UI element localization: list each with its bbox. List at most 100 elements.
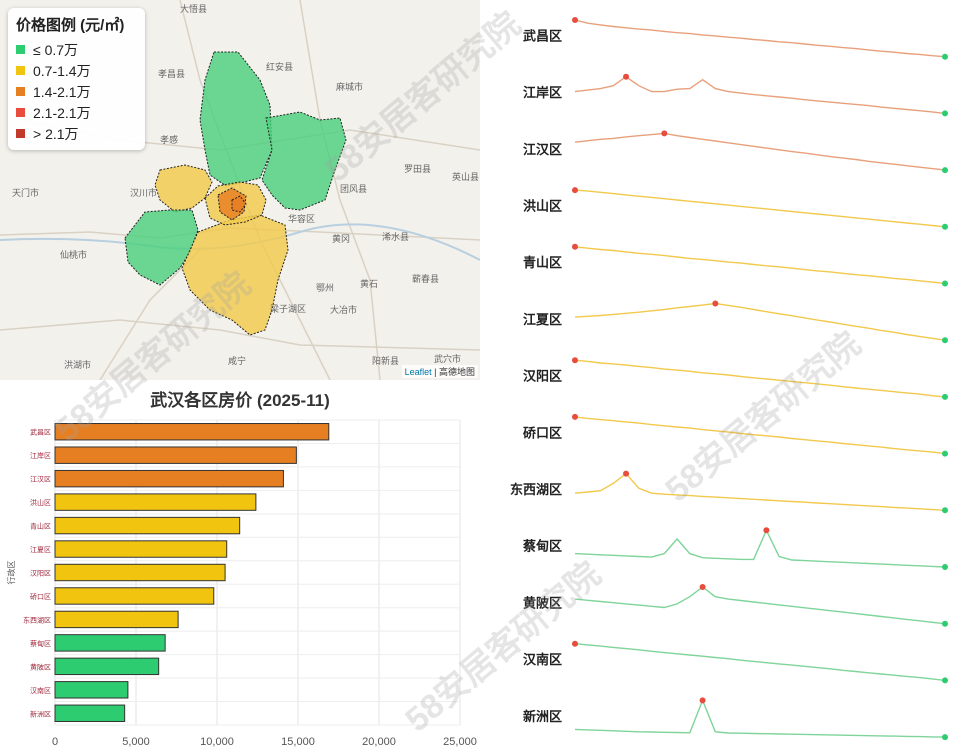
legend-swatch [16, 87, 25, 96]
district-trend-sparklines: 武昌区江岸区江汉区洪山区青山区江夏区汉阳区硚口区东西湖区蔡甸区黄陂区汉南区新洲区 [510, 17, 948, 741]
legend-item: 0.7-1.4万 [16, 60, 137, 81]
bar[interactable] [54, 423, 330, 441]
place-label: 咸宁 [228, 356, 247, 366]
bar[interactable] [54, 657, 160, 676]
legend-swatch [16, 45, 25, 54]
place-label: 蕲春县 [412, 274, 440, 284]
place-label: 麻城市 [336, 82, 364, 92]
bar[interactable] [54, 540, 228, 558]
legend-item: > 2.1万 [16, 123, 137, 144]
sparkline-max-point [623, 73, 630, 80]
bar[interactable] [54, 704, 126, 722]
legend-swatch [16, 66, 25, 75]
region-huangpi [199, 51, 273, 187]
map-attribution: Leaflet | 高德地图 [401, 365, 478, 378]
place-label: 孝昌县 [158, 69, 186, 79]
legend-label: 2.1-2.1万 [33, 104, 91, 121]
sparkline[interactable] [574, 643, 946, 682]
sparkline-max-point [712, 300, 719, 307]
place-label: 红安县 [266, 62, 294, 72]
sparkline[interactable] [574, 416, 946, 455]
sparkline-end-point [942, 734, 948, 741]
x-tick-label: 5,000 [122, 736, 150, 748]
place-label: 华容区 [288, 214, 316, 224]
place-label: 武穴市 [434, 354, 462, 364]
place-label: 汉川市 [130, 188, 158, 198]
sparkline-end-point [942, 53, 948, 60]
place-label: 浠水县 [382, 232, 410, 242]
bar[interactable] [54, 610, 179, 629]
legend-item: 1.4-2.1万 [16, 81, 137, 102]
sparkline[interactable] [574, 246, 946, 285]
y-tick-label: 江夏区 [30, 546, 51, 554]
sparkline[interactable] [574, 75, 946, 115]
y-tick-label: 汉阳区 [30, 569, 51, 578]
bar[interactable] [54, 469, 284, 488]
price-legend: 价格图例 (元/㎡) ≤ 0.7万 0.7-1.4万 1.4-2.1万 2.1-2.1… [8, 8, 145, 150]
y-tick-label: 武昌区 [30, 428, 51, 437]
place-label: 黄石 [360, 279, 379, 289]
legend-title: 价格图例 (元/㎡) [16, 17, 125, 34]
bar[interactable] [54, 516, 241, 535]
bar[interactable] [54, 563, 226, 582]
sparkline[interactable] [574, 586, 946, 625]
sparkline-label: 武昌区 [523, 28, 562, 43]
y-tick-label: 硚口区 [30, 593, 51, 601]
x-tick-label: 15,000 [281, 736, 315, 748]
bar[interactable] [54, 587, 215, 605]
sparkline-end-point [942, 620, 948, 627]
sparkline-max-point [661, 130, 668, 137]
legend-swatch [16, 129, 25, 138]
place-label: 阳新县 [372, 356, 400, 366]
sparkline-max-point [572, 17, 578, 23]
sparkline[interactable] [574, 472, 946, 511]
region-xinzhou [261, 111, 347, 211]
district-price-bar-chart: 武汉各区房价 (2025-11) 行政区 0 5,000 10,000 15,000 20,… [6, 390, 477, 748]
sparkline-label: 汉南区 [523, 652, 562, 667]
y-tick-label: 青山区 [30, 522, 51, 531]
y-tick-label: 新洲区 [30, 709, 51, 718]
sparkline-end-point [942, 167, 948, 174]
bar[interactable] [54, 493, 257, 511]
legend-label: > 2.1万 [33, 125, 79, 142]
sparkline-max-point [699, 584, 706, 590]
sparkline-label: 洪山区 [523, 198, 562, 213]
sparkline[interactable] [574, 189, 946, 228]
x-tick-label: 25,000 [443, 736, 477, 748]
district-price-map[interactable]: 大悟县 红安县 孝昌县 麻城市 孝感 汉川市 天门市 仙桃市 团风县 黄冈 浠水… [0, 0, 480, 380]
sparkline[interactable] [574, 359, 946, 398]
sparkline-end-point [942, 450, 948, 457]
sparkline-end-point [942, 677, 948, 684]
legend-label: ≤ 0.7万 [33, 41, 79, 58]
sparkline[interactable] [574, 302, 946, 341]
region-dongxihu [154, 164, 213, 213]
sparkline[interactable] [574, 698, 946, 738]
y-axis-label: 行政区 [6, 561, 16, 585]
tile-source: | 高德地图 [434, 367, 475, 377]
bar[interactable] [54, 634, 166, 652]
sparkline-end-point [942, 223, 948, 230]
sparkline[interactable] [574, 132, 946, 171]
sparkline-end-point [942, 337, 948, 344]
sparkline[interactable] [574, 528, 946, 568]
y-tick-label: 江岸区 [30, 452, 51, 460]
sparkline-label: 黄陂区 [523, 595, 562, 610]
bar[interactable] [54, 446, 297, 464]
sparkline-max-point [572, 413, 578, 420]
sparkline-label: 东西湖区 [510, 482, 562, 497]
sparkline[interactable] [574, 19, 946, 58]
sparkline-label: 汉阳区 [523, 369, 562, 384]
place-label: 大悟县 [180, 4, 208, 14]
place-label: 梁子湖区 [270, 304, 307, 314]
legend-swatch [16, 108, 25, 117]
place-label: 鄂州 [316, 283, 335, 293]
sparkline-end-point [942, 280, 948, 287]
leaflet-link[interactable]: Leaflet [405, 367, 432, 377]
sparkline-label: 江岸区 [523, 85, 562, 100]
bar[interactable] [54, 681, 129, 699]
place-label: 大冶市 [330, 305, 358, 315]
sparkline-max-point [572, 357, 578, 364]
y-tick-label: 江汉区 [30, 476, 51, 484]
place-label: 天门市 [12, 188, 40, 198]
sparkline-label: 江夏区 [523, 312, 562, 327]
